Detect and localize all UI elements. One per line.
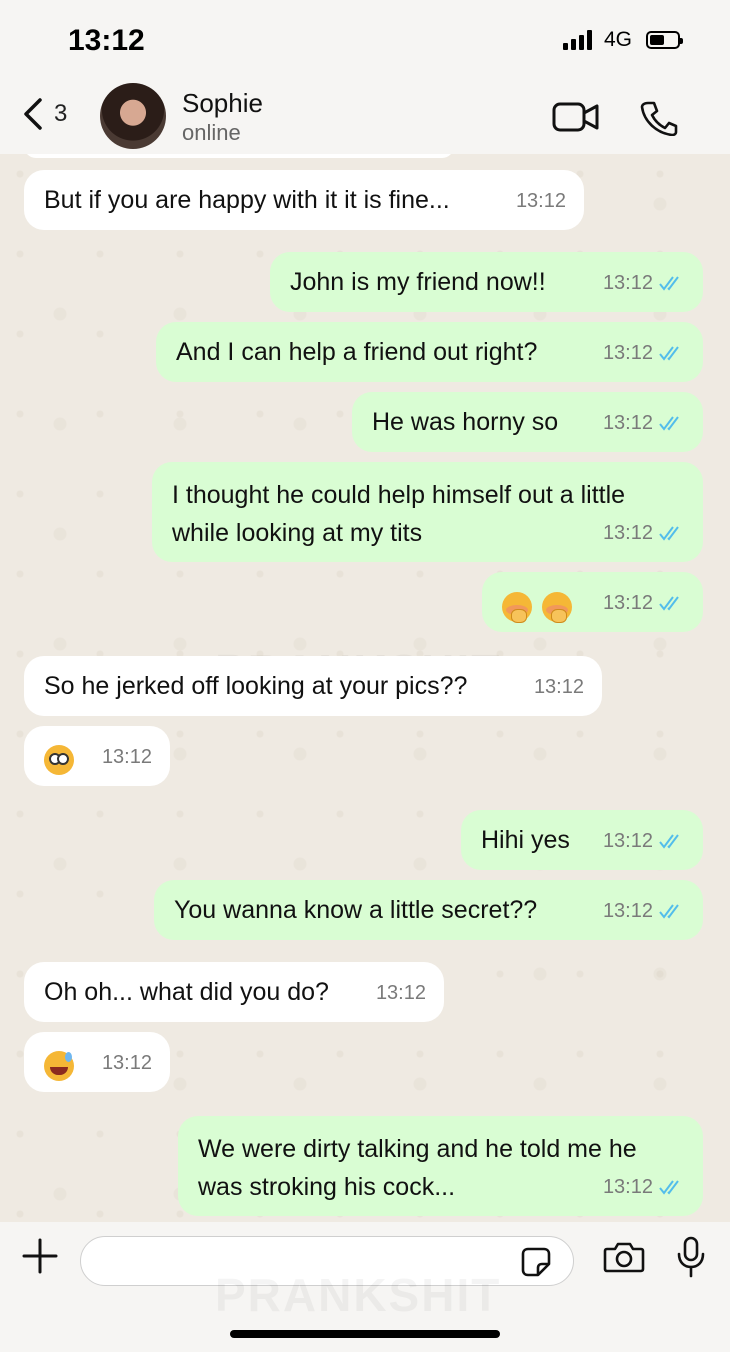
message-meta: 13:12	[534, 668, 584, 706]
message-outgoing[interactable]: 13:12	[482, 572, 703, 632]
message-time: 13:12	[101, 1052, 152, 1074]
message-time: 13:12	[602, 830, 653, 852]
message-time: 13:12	[533, 676, 584, 698]
message-meta: 13:12	[102, 1044, 152, 1082]
message-meta: 13:12	[603, 892, 685, 930]
message-meta: 13:12	[102, 738, 152, 776]
read-receipt-icon	[659, 346, 679, 361]
back-chevron-icon	[24, 98, 42, 130]
message-text-line: I thought he could help himself out a li…	[172, 481, 626, 509]
battery-icon	[646, 31, 683, 49]
read-receipt-icon	[659, 276, 679, 291]
microphone-icon[interactable]	[676, 1236, 706, 1278]
message-time: 13:12	[602, 592, 653, 614]
message-meta: 13:12	[603, 584, 685, 622]
message-meta: 13:12	[603, 1168, 685, 1206]
avatar[interactable]	[100, 83, 166, 149]
read-receipt-icon	[659, 834, 679, 849]
unread-count: 3	[54, 100, 68, 127]
message-text: So he jerked off looking at your pics??	[44, 672, 468, 700]
home-indicator[interactable]	[230, 1330, 500, 1338]
status-bar: 13:12 4G	[0, 0, 730, 78]
message-text: But if you are happy with it it is fine.…	[44, 186, 450, 214]
message-time: 13:12	[602, 412, 653, 434]
message-incoming[interactable]: 13:12	[24, 1032, 170, 1092]
signal-icon	[562, 30, 592, 50]
read-receipt-icon	[659, 416, 679, 431]
phone-call-icon[interactable]	[640, 100, 678, 136]
camera-icon[interactable]	[603, 1240, 645, 1274]
message-time: 13:12	[515, 190, 566, 212]
plus-icon[interactable]	[22, 1238, 58, 1274]
message-bubble-partial	[24, 154, 454, 158]
message-outgoing[interactable]: And I can help a friend out right? 13:12	[156, 322, 703, 382]
message-time: 13:12	[602, 342, 653, 364]
read-receipt-icon	[659, 904, 679, 919]
message-time: 13:12	[602, 1176, 653, 1198]
message-text-line: We were dirty talking and he told me he	[198, 1135, 637, 1163]
read-receipt-icon	[659, 526, 679, 541]
message-meta: 13:12	[603, 334, 685, 372]
message-incoming[interactable]: 13:12	[24, 726, 170, 786]
message-outgoing[interactable]: John is my friend now!! 13:12	[270, 252, 703, 312]
grinning-face-with-sweat-icon	[44, 1051, 74, 1082]
message-incoming[interactable]: Oh oh... what did you do? 13:12	[24, 962, 444, 1022]
message-meta: 13:12	[603, 264, 685, 302]
message-time: 13:12	[602, 900, 653, 922]
read-receipt-icon	[659, 1180, 679, 1195]
contact-status: online	[182, 120, 241, 145]
message-list[interactable]: PRANKSHIT PRANKSHIT But if you are happy…	[0, 154, 730, 1222]
message-outgoing[interactable]: He was horny so 13:12	[352, 392, 703, 452]
message-text: Oh oh... what did you do?	[44, 978, 329, 1006]
face-with-hand-over-mouth-icon	[502, 592, 532, 624]
contact-name[interactable]: Sophie	[182, 88, 263, 119]
video-call-icon[interactable]	[552, 100, 600, 134]
status-indicators: 4G	[562, 28, 683, 52]
read-receipt-icon	[659, 596, 679, 611]
message-time: 13:12	[375, 982, 426, 1004]
message-meta: 13:12	[603, 514, 685, 552]
message-meta: 13:12	[376, 974, 426, 1012]
message-outgoing[interactable]: I thought he could help himself out a li…	[152, 462, 703, 562]
message-time: 13:12	[602, 522, 653, 544]
message-incoming[interactable]: But if you are happy with it it is fine.…	[24, 170, 584, 230]
face-with-hand-over-mouth-icon	[542, 592, 572, 624]
message-meta: 13:12	[603, 404, 685, 442]
sticker-icon[interactable]	[520, 1246, 552, 1278]
back-button[interactable]: 3	[22, 96, 67, 132]
message-outgoing[interactable]: You wanna know a little secret?? 13:12	[154, 880, 703, 940]
chat-screen: 13:12 4G 3 Sophie online PRANKSHIT PRANK…	[0, 0, 730, 1352]
watermark: PRANKSHIT	[215, 1268, 501, 1322]
message-time: 13:12	[602, 272, 653, 294]
message-time: 13:12	[101, 746, 152, 768]
chat-header: 3 Sophie online	[0, 78, 730, 154]
message-incoming[interactable]: So he jerked off looking at your pics?? …	[24, 656, 602, 716]
status-time: 13:12	[68, 24, 145, 57]
message-outgoing[interactable]: We were dirty talking and he told me he …	[178, 1116, 703, 1216]
message-outgoing[interactable]: Hihi yes 13:12	[461, 810, 703, 870]
network-type: 4G	[603, 28, 632, 51]
message-meta: 13:12	[603, 822, 685, 860]
flushed-face-icon	[44, 745, 74, 776]
message-meta: 13:12	[516, 182, 566, 220]
